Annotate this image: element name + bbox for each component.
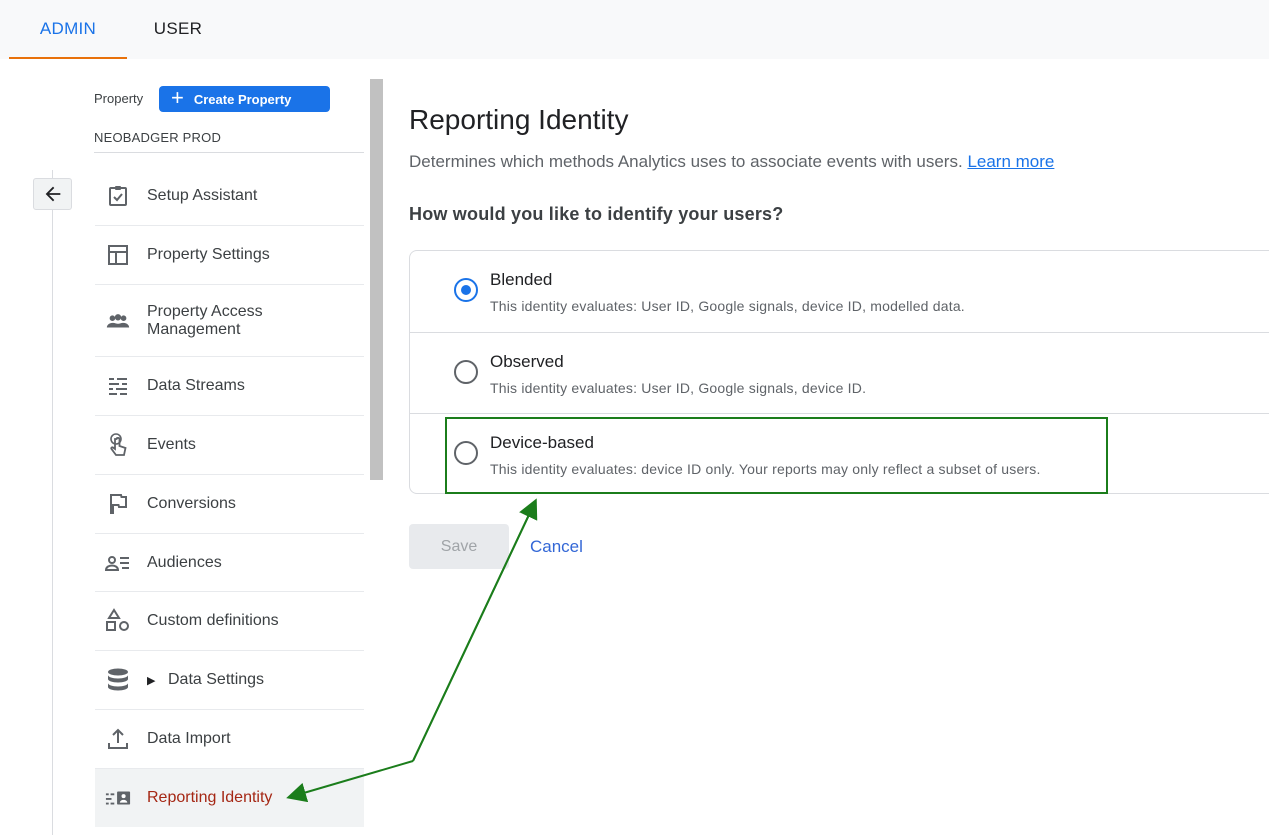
nav-item-data-import[interactable]: Data Import bbox=[95, 710, 364, 769]
option-observed[interactable]: Observed This identity evaluates: User I… bbox=[410, 332, 1269, 413]
touch-icon bbox=[105, 432, 131, 458]
nav-item-label: Data Settings bbox=[168, 671, 265, 688]
tab-admin[interactable]: ADMIN bbox=[9, 0, 127, 59]
property-name: NEOBADGER PROD bbox=[94, 130, 222, 145]
people-icon bbox=[105, 308, 131, 334]
streams-icon bbox=[105, 373, 131, 399]
create-property-label: Create Property bbox=[193, 91, 292, 107]
option-blended[interactable]: Blended This identity evaluates: User ID… bbox=[410, 251, 1269, 332]
nav-item-label: Events bbox=[147, 436, 196, 453]
database-icon bbox=[105, 667, 131, 693]
caret-right-icon[interactable]: ▶ bbox=[147, 674, 155, 687]
back-button[interactable] bbox=[33, 178, 72, 210]
tab-user[interactable]: USER bbox=[148, 0, 208, 59]
identity-options: Blended This identity evaluates: User ID… bbox=[409, 250, 1269, 494]
radio-observed[interactable] bbox=[454, 360, 478, 384]
option-title: Observed bbox=[490, 352, 564, 371]
nav-item-property-access-management[interactable]: Property Access Management bbox=[95, 285, 364, 357]
nav-item-label: Property Access Management bbox=[147, 302, 263, 338]
nav-item-label: Data Streams bbox=[147, 377, 245, 394]
shapes-icon bbox=[105, 608, 131, 634]
nav-item-conversions[interactable]: Conversions bbox=[95, 475, 364, 534]
checklist-icon bbox=[105, 183, 131, 209]
arrow-left-icon bbox=[45, 186, 60, 202]
nav-item-data-settings[interactable]: ▶ Data Settings bbox=[95, 651, 364, 710]
identity-question: How would you like to identify your user… bbox=[409, 204, 784, 224]
nav-item-custom-definitions[interactable]: Custom definitions bbox=[95, 592, 364, 651]
nav-item-reporting-identity[interactable]: Reporting Identity bbox=[95, 769, 364, 827]
create-property-button[interactable]: + Create Property bbox=[159, 86, 330, 112]
rail-divider bbox=[52, 170, 53, 835]
sidebar-scrollbar[interactable] bbox=[370, 79, 383, 480]
audience-icon bbox=[105, 550, 131, 576]
learn-more-link[interactable]: Learn more bbox=[967, 152, 1054, 171]
identity-icon bbox=[105, 785, 131, 811]
upload-icon bbox=[105, 726, 131, 752]
option-title: Blended bbox=[490, 270, 553, 289]
divider bbox=[94, 152, 364, 153]
flag-icon bbox=[105, 491, 131, 517]
description-text: Determines which methods Analytics uses … bbox=[409, 152, 963, 171]
nav-item-label: Custom definitions bbox=[147, 612, 279, 629]
option-description: This identity evaluates: User ID, Google… bbox=[490, 298, 965, 314]
option-device-based[interactable]: Device-based This identity evaluates: de… bbox=[410, 413, 1269, 494]
layout-icon bbox=[105, 242, 131, 268]
nav-item-label: Conversions bbox=[147, 495, 236, 512]
nav-item-audiences[interactable]: Audiences bbox=[95, 534, 364, 592]
nav-item-label: Setup Assistant bbox=[147, 187, 258, 204]
nav-item-label: Reporting Identity bbox=[147, 789, 273, 806]
radio-blended[interactable] bbox=[454, 278, 478, 302]
nav-item-label: Property Settings bbox=[147, 246, 270, 263]
option-description: This identity evaluates: device ID only.… bbox=[490, 461, 1041, 477]
option-description: This identity evaluates: User ID, Google… bbox=[490, 380, 867, 396]
page-description: Determines which methods Analytics uses … bbox=[409, 152, 1054, 172]
nav-item-data-streams[interactable]: Data Streams bbox=[95, 357, 364, 416]
save-button[interactable]: Save bbox=[409, 524, 509, 569]
nav-item-label: Audiences bbox=[147, 553, 222, 571]
nav-item-label: Data Import bbox=[147, 730, 231, 747]
property-label: Property bbox=[94, 91, 144, 106]
cancel-button[interactable]: Cancel bbox=[530, 537, 583, 557]
plus-icon: + bbox=[171, 85, 184, 110]
option-title: Device-based bbox=[490, 433, 594, 452]
nav-item-property-settings[interactable]: Property Settings bbox=[95, 226, 364, 285]
nav-item-events[interactable]: Events bbox=[95, 416, 364, 475]
top-tab-bar: ADMIN USER bbox=[0, 0, 1269, 59]
page-title: Reporting Identity bbox=[409, 104, 629, 135]
admin-nav: Setup Assistant Property Settings Proper… bbox=[95, 167, 364, 827]
nav-item-setup-assistant[interactable]: Setup Assistant bbox=[95, 167, 364, 226]
radio-device-based[interactable] bbox=[454, 441, 478, 465]
